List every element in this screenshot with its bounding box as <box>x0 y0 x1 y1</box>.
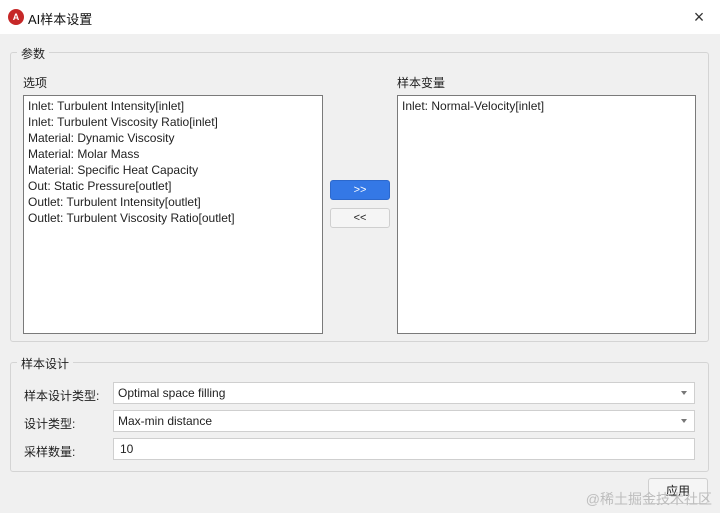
sample-variables-list[interactable]: Inlet: Normal-Velocity[inlet] <box>397 95 696 334</box>
sample-variables-label: 样本变量 <box>397 76 446 90</box>
sample-count-label: 采样数量: <box>24 445 76 459</box>
list-item[interactable]: Inlet: Normal-Velocity[inlet] <box>402 98 691 114</box>
sample-design-type-label: 样本设计类型: <box>24 389 100 403</box>
sample-count-input[interactable]: 10 <box>113 438 695 460</box>
chevron-down-icon <box>681 419 687 423</box>
sample-design-type-select[interactable]: Optimal space filling <box>113 382 695 404</box>
sample-design-group-title: 样本设计 <box>17 355 74 372</box>
design-type-value: Max-min distance <box>118 414 213 428</box>
window-title: AI样本设置 <box>28 12 93 27</box>
dialog-content: 参数 选项 Inlet: Turbulent Intensity[inlet] … <box>0 34 720 513</box>
app-logo-icon: A <box>8 9 24 25</box>
params-group-title: 参数 <box>17 45 50 62</box>
list-item[interactable]: Material: Molar Mass <box>28 146 318 162</box>
watermark: @稀土掘金技术社区 <box>585 491 712 507</box>
title-bar: A AI样本设置 × <box>0 0 720 34</box>
list-item[interactable]: Material: Specific Heat Capacity <box>28 162 318 178</box>
list-item[interactable]: Inlet: Turbulent Intensity[inlet] <box>28 98 318 114</box>
remove-from-variables-button[interactable]: << <box>330 208 390 228</box>
close-icon[interactable]: × <box>688 6 710 28</box>
options-list[interactable]: Inlet: Turbulent Intensity[inlet] Inlet:… <box>23 95 323 334</box>
list-item[interactable]: Out: Static Pressure[outlet] <box>28 178 318 194</box>
design-type-label: 设计类型: <box>24 417 76 431</box>
chevron-down-icon <box>681 391 687 395</box>
sample-design-type-value: Optimal space filling <box>118 386 226 400</box>
list-item[interactable]: Inlet: Turbulent Viscosity Ratio[inlet] <box>28 114 318 130</box>
add-to-variables-button[interactable]: >> <box>330 180 390 200</box>
list-item[interactable]: Outlet: Turbulent Intensity[outlet] <box>28 194 318 210</box>
options-label: 选项 <box>23 76 48 90</box>
list-item[interactable]: Outlet: Turbulent Viscosity Ratio[outlet… <box>28 210 318 226</box>
list-item[interactable]: Material: Dynamic Viscosity <box>28 130 318 146</box>
design-type-select[interactable]: Max-min distance <box>113 410 695 432</box>
